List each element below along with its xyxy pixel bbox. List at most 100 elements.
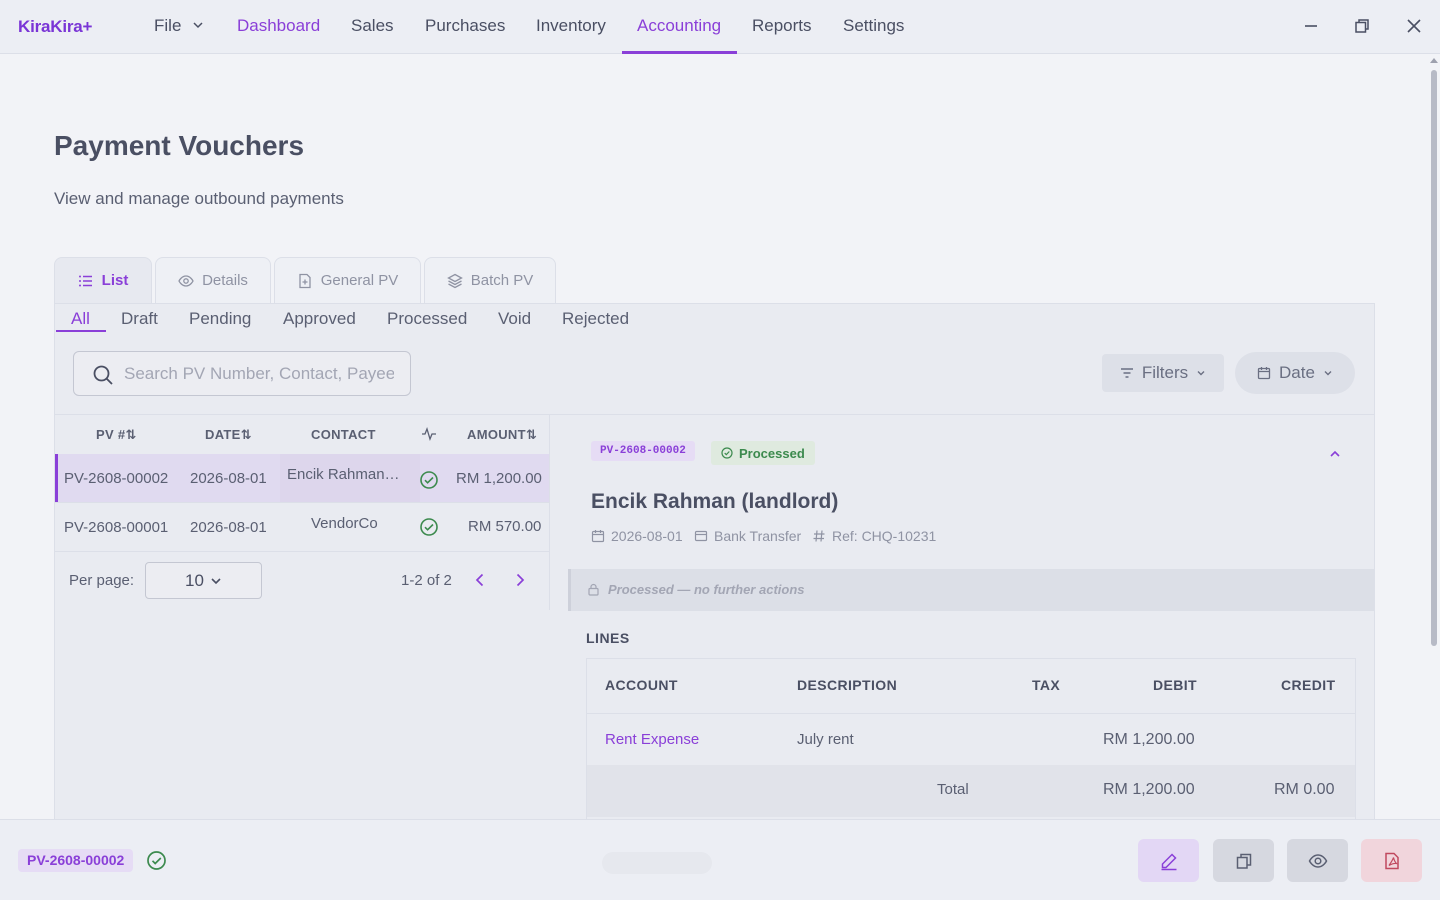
restore-icon[interactable] [1350, 14, 1374, 38]
row-contact: Encik Rahman… [287, 466, 400, 483]
nav-accounting[interactable]: Accounting [637, 16, 721, 36]
row-date: 2026-08-01 [190, 470, 267, 487]
status-tab-indicator [56, 330, 106, 332]
chevron-right-icon[interactable] [510, 570, 530, 590]
per-page-label: Per page: [69, 572, 135, 589]
chevron-down-icon [1197, 371, 1205, 376]
scrollbar[interactable] [1429, 56, 1439, 818]
minimize-icon[interactable] [1299, 14, 1323, 38]
locked-notice: Processed — no further actions [568, 569, 1374, 611]
column-header-date-label: DATE [205, 427, 241, 442]
date-filter-button[interactable]: Date [1235, 352, 1355, 394]
export-pdf-button[interactable] [1361, 839, 1422, 882]
nav-purchases[interactable]: Purchases [425, 16, 505, 36]
filters-label: Filters [1141, 363, 1189, 382]
tab-list-label: List [101, 272, 129, 289]
nav-settings[interactable]: Settings [843, 16, 904, 36]
table-row[interactable]: PV-2608-00002 2026-08-01 Encik Rahman… R… [55, 454, 549, 502]
lines-header-account: ACCOUNT [605, 677, 678, 693]
payment-method-value: Bank Transfer [714, 528, 802, 544]
per-page-value: 10 [185, 570, 204, 590]
pagination-range: 1-2 of 2 [401, 572, 452, 589]
divider [55, 414, 1374, 415]
status-tab-pending[interactable]: Pending [189, 309, 251, 329]
column-header-amount-label: AMOUNT [467, 427, 526, 442]
line-debit: RM 1,200.00 [1103, 731, 1195, 748]
payment-date: 2026-08-01 [591, 528, 683, 544]
sort-icon: ⇅ [525, 427, 538, 442]
tab-batch-pv-label: Batch PV [470, 272, 534, 289]
hash-icon [813, 530, 825, 542]
lock-icon [588, 583, 599, 596]
check-circle-icon [420, 518, 438, 536]
filters-button[interactable]: Filters [1102, 354, 1224, 392]
status-tab-approved[interactable]: Approved [283, 309, 356, 329]
nav-inventory[interactable]: Inventory [536, 16, 606, 36]
chevron-left-icon[interactable] [470, 570, 490, 590]
per-page-select[interactable]: 10 [145, 562, 262, 599]
sort-icon: ⇅ [240, 427, 252, 442]
divider [587, 713, 1355, 714]
divider [549, 415, 550, 610]
chevron-down-icon [211, 577, 221, 584]
chevron-down-icon [193, 22, 203, 29]
sort-icon: ⇅ [125, 427, 137, 442]
edit-button[interactable] [1138, 839, 1199, 882]
calendar-icon [1257, 367, 1271, 380]
search-input[interactable] [124, 360, 394, 388]
check-circle-icon [420, 471, 438, 489]
lines-section-title: LINES [586, 630, 630, 646]
status-tab-processed[interactable]: Processed [387, 309, 467, 329]
duplicate-button[interactable] [1213, 839, 1274, 882]
preview-button[interactable] [1287, 839, 1348, 882]
copy-icon [1236, 853, 1251, 869]
footer-placeholder [602, 852, 712, 874]
date-filter-label: Date [1279, 363, 1315, 382]
total-label: Total [937, 781, 969, 798]
credit-card-icon [694, 530, 708, 542]
column-header-contact: CONTACT [311, 427, 376, 442]
pv-number-badge: PV-2608-00002 [591, 441, 695, 461]
total-debit: RM 1,200.00 [1103, 781, 1195, 798]
lines-header-description: DESCRIPTION [797, 677, 898, 693]
column-header-pv[interactable]: PV #⇅ [96, 427, 137, 443]
payment-method: Bank Transfer [694, 528, 801, 544]
line-account-link[interactable]: Rent Expense [605, 731, 699, 748]
activity-icon [421, 427, 437, 444]
nav-sales[interactable]: Sales [351, 16, 394, 36]
payment-reference: Ref: CHQ-10231 [812, 528, 936, 544]
eye-icon [178, 274, 194, 287]
status-tab-all[interactable]: All [71, 309, 90, 329]
tab-general-pv[interactable]: General PV [274, 257, 421, 303]
search-box[interactable] [73, 351, 411, 396]
nav-reports[interactable]: Reports [752, 16, 812, 36]
file-menu[interactable]: File [154, 16, 204, 36]
nav-dashboard[interactable]: Dashboard [237, 16, 320, 36]
pencil-icon [1161, 852, 1177, 870]
tab-details[interactable]: Details [155, 257, 271, 303]
payment-date-value: 2026-08-01 [611, 528, 683, 544]
status-tab-draft[interactable]: Draft [121, 309, 158, 329]
row-amount: RM 1,200.00 [456, 470, 542, 487]
table-row[interactable]: PV-2608-00001 2026-08-01 VendorCo RM 570… [55, 503, 549, 551]
page-subtitle: View and manage outbound payments [54, 189, 344, 208]
lines-header-credit: CREDIT [1281, 677, 1336, 693]
scrollbar-thumb[interactable] [1431, 70, 1437, 646]
file-pdf-icon [1384, 852, 1399, 869]
close-icon[interactable] [1402, 14, 1426, 38]
status-label: Processed [739, 445, 805, 461]
payment-reference-value: Ref: CHQ-10231 [832, 528, 937, 544]
tab-batch-pv[interactable]: Batch PV [424, 257, 556, 303]
column-header-pv-label: PV # [96, 427, 126, 442]
payee-name: Encik Rahman (landlord) [591, 490, 839, 513]
lines-total-row [587, 765, 1355, 817]
status-tab-rejected[interactable]: Rejected [562, 309, 629, 329]
app-logo[interactable]: KiraKira+ [18, 17, 92, 37]
tab-details-label: Details [202, 272, 248, 289]
footer-pv-badge: PV-2608-00002 [18, 849, 134, 872]
chevron-up-icon[interactable] [1327, 446, 1343, 462]
status-tab-void[interactable]: Void [498, 309, 531, 329]
column-header-amount[interactable]: AMOUNT⇅ [467, 427, 537, 443]
tab-list[interactable]: List [54, 257, 152, 303]
column-header-date[interactable]: DATE⇅ [205, 427, 252, 443]
